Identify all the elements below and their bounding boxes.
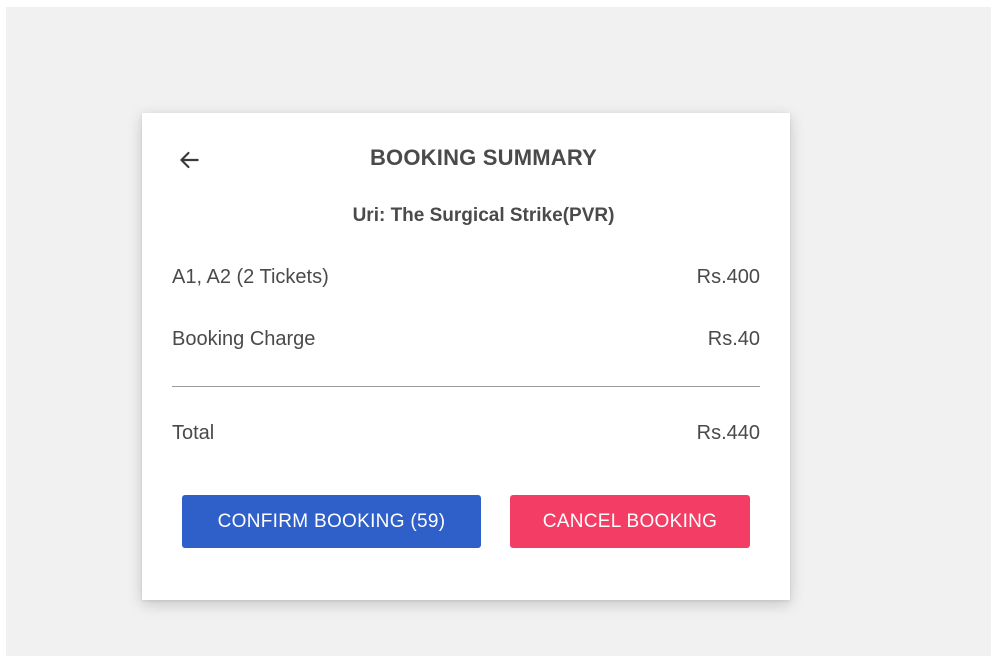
page-title: BOOKING SUMMARY bbox=[369, 145, 598, 170]
total-label: Total bbox=[172, 422, 215, 444]
booking-charge-price: Rs.40 bbox=[707, 328, 760, 350]
booking-summary-card: BOOKING SUMMARY Uri: The Surgical Strike… bbox=[142, 113, 790, 600]
movie-name: Uri: The Surgical Strike(PVR) bbox=[352, 205, 615, 226]
total-price: Rs.440 bbox=[696, 422, 760, 444]
total-row: Total Rs.440 bbox=[172, 422, 760, 445]
booking-charge-row: Booking Charge Rs.40 bbox=[172, 328, 760, 351]
cancel-booking-button[interactable]: CANCEL BOOKING bbox=[510, 495, 750, 548]
tickets-price: Rs.400 bbox=[696, 266, 760, 288]
summary-divider bbox=[172, 386, 760, 387]
tickets-label: A1, A2 (2 Tickets) bbox=[172, 266, 329, 288]
confirm-booking-button[interactable]: CONFIRM BOOKING (59) bbox=[182, 495, 481, 548]
tickets-row: A1, A2 (2 Tickets) Rs.400 bbox=[172, 266, 760, 289]
booking-charge-label: Booking Charge bbox=[172, 328, 316, 350]
